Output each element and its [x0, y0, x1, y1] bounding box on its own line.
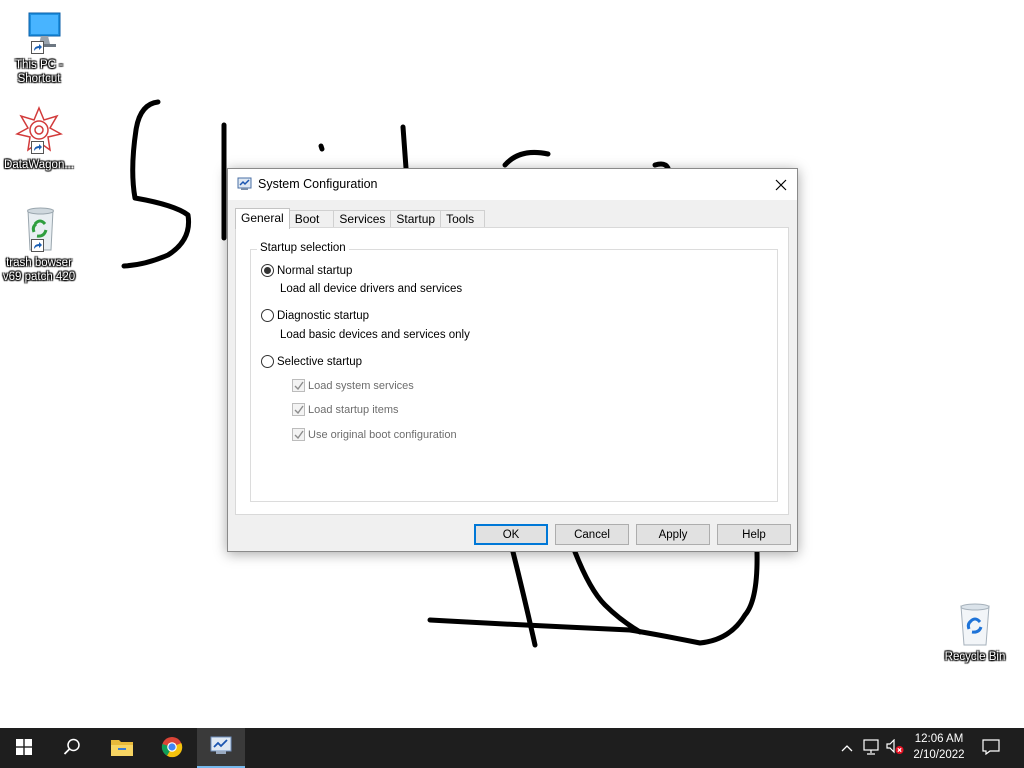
desktop-icon-label: v69 patch 420: [2, 271, 76, 283]
radio-button[interactable]: [261, 355, 274, 368]
notification-icon: [982, 738, 1000, 758]
checkbox-label: Use original boot configuration: [308, 428, 457, 441]
search-button[interactable]: [48, 728, 96, 768]
help-button[interactable]: Help: [717, 524, 791, 545]
file-explorer-icon: [110, 737, 134, 760]
tab-startup[interactable]: Startup: [390, 210, 442, 228]
chevron-up-icon: [841, 741, 853, 755]
desktop-icon-this-pc[interactable]: This PC - Shortcut: [0, 10, 78, 86]
ok-button[interactable]: OK: [474, 524, 548, 545]
msconfig-icon: [210, 736, 232, 759]
desktop-icon-label: Recycle Bin: [944, 651, 1006, 663]
network-tray-button[interactable]: [860, 728, 882, 768]
radio-diagnostic-startup[interactable]: Diagnostic startup: [261, 309, 369, 322]
checkbox[interactable]: [292, 403, 305, 416]
close-icon[interactable]: [765, 169, 797, 200]
msconfig-icon: [237, 177, 253, 191]
desktop-icon-trash-bowser[interactable]: trash bowser v69 patch 420: [0, 204, 78, 284]
checkbox-use-original-boot-config[interactable]: Use original boot configuration: [292, 428, 457, 441]
recycle-full-icon: [15, 204, 63, 252]
option-description: Load basic devices and services only: [280, 329, 470, 341]
checkbox-load-startup-items[interactable]: Load startup items: [292, 403, 399, 416]
desktop-icon-recycle-bin[interactable]: Recycle Bin: [936, 600, 1014, 664]
shortcut-arrow-icon: [31, 141, 44, 154]
radio-normal-startup[interactable]: Normal startup: [261, 264, 352, 277]
clock-date: 2/10/2022: [913, 749, 965, 761]
checkbox-label: Load system services: [308, 379, 414, 392]
checkbox[interactable]: [292, 379, 305, 392]
chrome-icon: [161, 736, 183, 761]
tab-tools[interactable]: Tools: [440, 210, 486, 228]
desktop-icon-label: Shortcut: [17, 73, 61, 85]
taskbar-clock[interactable]: 12:06 AM 2/10/2022: [903, 731, 975, 763]
chrome-button[interactable]: [148, 728, 196, 768]
desktop-icon-label: DataWagon...: [4, 159, 74, 171]
tab-boot[interactable]: Boot: [288, 210, 335, 228]
radio-button[interactable]: [261, 309, 274, 322]
show-hidden-icons-button[interactable]: [838, 728, 856, 768]
cancel-button[interactable]: Cancel: [555, 524, 629, 545]
desktop-icon-datawagon[interactable]: DataWagon...: [0, 106, 78, 172]
start-button[interactable]: [0, 728, 48, 768]
search-icon: [63, 738, 81, 759]
checkbox-label: Load startup items: [308, 403, 399, 416]
radio-label: Selective startup: [277, 355, 363, 368]
windows-start-icon: [16, 738, 32, 758]
clock-time: 12:06 AM: [914, 733, 964, 745]
recycle-bin-icon: [951, 600, 999, 648]
radio-selective-startup[interactable]: Selective startup: [261, 355, 362, 368]
shortcut-arrow-icon: [31, 239, 44, 252]
file-explorer-button[interactable]: [98, 728, 146, 768]
dialog-tabs: General Boot Services Startup Tools: [235, 208, 486, 229]
tab-general[interactable]: General: [235, 208, 290, 229]
datawagon-icon: [14, 106, 64, 154]
group-label: Startup selection: [257, 242, 349, 254]
apply-button[interactable]: Apply: [636, 524, 710, 545]
tab-services[interactable]: Services: [333, 210, 392, 228]
system-configuration-dialog: System Configuration General Boot Servic…: [227, 168, 798, 552]
radio-label: Normal startup: [277, 264, 353, 277]
computer-icon: [15, 10, 63, 58]
desktop-icon-label: trash bowser: [6, 257, 72, 269]
checkbox[interactable]: [292, 428, 305, 441]
shortcut-arrow-icon: [31, 41, 44, 54]
network-icon: [862, 738, 880, 758]
taskbar: 12:06 AM 2/10/2022: [0, 728, 1024, 768]
checkbox-load-system-services[interactable]: Load system services: [292, 379, 414, 392]
dialog-titlebar[interactable]: System Configuration: [228, 169, 797, 200]
dialog-title: System Configuration: [258, 177, 378, 191]
radio-label: Diagnostic startup: [277, 309, 370, 322]
msconfig-taskbar-button[interactable]: [197, 728, 245, 768]
option-description: Load all device drivers and services: [280, 283, 463, 295]
radio-button[interactable]: [261, 264, 274, 277]
volume-muted-icon: [885, 738, 905, 758]
action-center-button[interactable]: [976, 728, 1006, 768]
startup-selection-group: Startup selection Normal startup Load al…: [250, 242, 778, 502]
desktop-icon-label: This PC -: [15, 59, 63, 71]
general-tab-panel: Startup selection Normal startup Load al…: [235, 227, 789, 515]
